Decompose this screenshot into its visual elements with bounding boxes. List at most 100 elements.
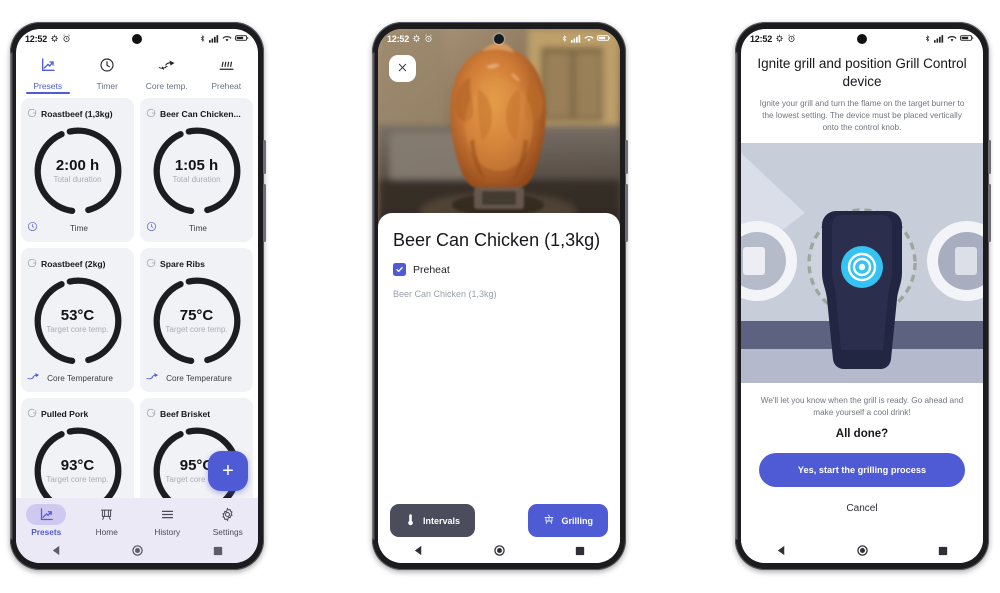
preset-value-label: Target core temp.: [165, 325, 228, 335]
preset-title: Beef Brisket: [160, 409, 211, 419]
preheat-label: Preheat: [413, 263, 450, 276]
tab-presets[interactable]: Presets: [18, 53, 78, 93]
status-time: 12:52: [25, 34, 48, 44]
preset-card[interactable]: Beer Can Chicken... 1:05 h Total duratio…: [140, 98, 253, 242]
preset-card-footer: Time: [27, 219, 128, 237]
preheat-checkbox-row[interactable]: Preheat: [393, 263, 605, 277]
preset-title: Roastbeef (1,3kg): [41, 109, 113, 119]
status-time: 12:52: [750, 34, 773, 44]
screen-presets: 12:52 Presets Timer Core temp. Preheat R…: [16, 29, 258, 563]
back-button[interactable]: [51, 543, 62, 561]
preset-gauge: 53°C Target core temp.: [27, 273, 128, 369]
home-button[interactable]: [494, 543, 505, 561]
nav-item-settings[interactable]: Settings: [198, 504, 259, 537]
start-grilling-button[interactable]: Yes, start the grilling process: [759, 452, 965, 487]
recents-button[interactable]: [938, 543, 948, 561]
camera-punch-hole: [857, 34, 867, 44]
preset-value: 1:05 h: [174, 156, 219, 174]
brand-logo-icon: [27, 105, 37, 123]
back-button[interactable]: [776, 543, 787, 561]
status-bar: 12:52: [378, 29, 620, 49]
add-preset-fab[interactable]: +: [208, 451, 248, 491]
wifi-icon: [584, 34, 594, 45]
nav-item-presets[interactable]: Presets: [16, 504, 77, 537]
nav-item-home[interactable]: Home: [77, 504, 138, 537]
tab-core-temp[interactable]: Core temp.: [137, 53, 197, 93]
cancel-button[interactable]: Cancel: [741, 487, 983, 514]
close-button[interactable]: [389, 55, 416, 82]
clock-icon: [99, 57, 115, 78]
preset-card-header: Beer Can Chicken...: [146, 105, 247, 123]
recents-button[interactable]: [213, 543, 223, 561]
tab-label: Preheat: [211, 81, 242, 91]
preset-card-header: Roastbeef (1,3kg): [27, 105, 128, 123]
preset-card[interactable]: Roastbeef (2kg) 53°C Target core temp. C…: [21, 248, 134, 392]
chart-arrow-icon: [40, 57, 56, 78]
detail-sheet: Beer Can Chicken (1,3kg) Preheat Beer Ca…: [378, 213, 620, 504]
back-button[interactable]: [413, 543, 424, 561]
preset-card[interactable]: Spare Ribs 75°C Target core temp. Core T…: [140, 248, 253, 392]
detail-action-bar: Intervals Grilling: [378, 504, 620, 541]
grilling-button[interactable]: Grilling: [527, 504, 608, 537]
system-gesture-bar: [378, 541, 620, 563]
phone-presets: 12:52 Presets Timer Core temp. Preheat R…: [10, 22, 266, 570]
preset-card[interactable]: Roastbeef (1,3kg) 2:00 h Total duration: [21, 98, 134, 242]
preset-title: Spare Ribs: [160, 259, 205, 269]
preset-value-label: Target core temp.: [46, 475, 109, 485]
probe-icon: [27, 369, 40, 387]
brand-logo-icon: [27, 255, 37, 273]
detail-subtitle: Beer Can Chicken (1,3kg): [393, 289, 497, 300]
tab-timer[interactable]: Timer: [78, 53, 138, 93]
presets-grid: Roastbeef (1,3kg) 2:00 h Total duration: [16, 93, 258, 498]
preset-value-label: Total duration: [53, 175, 102, 185]
grill-icon: [543, 513, 555, 528]
signal-icon: [571, 34, 581, 45]
tab-label: Timer: [96, 81, 118, 91]
home-button[interactable]: [857, 543, 868, 561]
mute-icon: [775, 34, 784, 45]
nav-label: History: [154, 527, 181, 537]
phone-ignite: 12:52 Ignite grill and position Grill Co…: [735, 22, 991, 570]
signal-icon: [934, 34, 944, 45]
thermometer-icon: [405, 513, 416, 528]
status-bar: 12:52: [16, 29, 258, 49]
preset-footer-label: Time: [189, 223, 207, 233]
bluetooth-icon: [561, 34, 568, 45]
screen-detail: 12:52 Beer Can Chicken (1,3kg) Preheat B…: [378, 29, 620, 563]
recents-button[interactable]: [575, 543, 585, 561]
ready-note: We'll let you know when the grill is rea…: [760, 395, 964, 417]
camera-punch-hole: [494, 34, 504, 44]
preset-title: Roastbeef (2kg): [41, 259, 106, 269]
preset-card-footer: Core Temperature: [146, 369, 247, 387]
all-done-heading: All done?: [835, 427, 889, 440]
preset-value: 2:00 h: [55, 156, 100, 174]
bottom-navigation: Presets Home History Settings: [16, 498, 258, 541]
tab-label: Presets: [33, 81, 63, 91]
preset-card[interactable]: Pulled Pork 93°C Target core temp. Cor: [21, 398, 134, 498]
preset-value-label: Total duration: [172, 175, 221, 185]
checkbox-checked-icon[interactable]: [393, 263, 406, 277]
nav-label: Presets: [31, 527, 62, 537]
tab-label: Core temp.: [145, 81, 188, 91]
nav-label: Settings: [212, 527, 243, 537]
probe-icon: [146, 369, 159, 387]
list-icon: [147, 504, 187, 525]
intervals-button[interactable]: Intervals: [390, 504, 476, 537]
preset-value: 53°C: [60, 306, 95, 324]
nav-item-history[interactable]: History: [137, 504, 198, 537]
heat-waves-icon: [218, 57, 235, 78]
home-button[interactable]: [132, 543, 143, 561]
preset-title: Beer Can Chicken...: [160, 109, 241, 119]
grill-icon: [87, 504, 127, 525]
tab-preheat[interactable]: Preheat: [197, 53, 257, 93]
preset-gauge: 2:00 h Total duration: [27, 123, 128, 219]
brand-logo-icon: [146, 405, 156, 423]
grilling-label: Grilling: [561, 515, 594, 526]
page-description: Ignite your grill and turn the flame on …: [759, 99, 965, 132]
preset-footer-label: Core Temperature: [166, 373, 232, 383]
plus-icon: +: [222, 460, 234, 482]
preset-value: 75°C: [179, 306, 214, 324]
page-title: Beer Can Chicken (1,3kg): [393, 230, 601, 250]
preset-card-header: Beef Brisket: [146, 405, 247, 423]
